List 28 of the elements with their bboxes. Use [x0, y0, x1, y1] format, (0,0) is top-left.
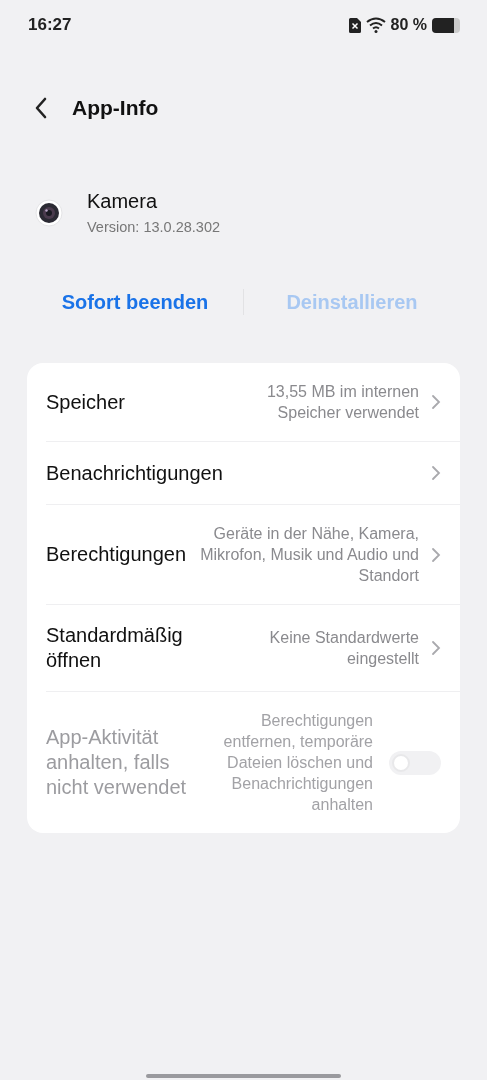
settings-row[interactable]: Berechtigungen Geräte in der Nähe, Kamera, Mikrofon, Musik und Audio und Standort: [46, 504, 460, 604]
row-title: Speicher: [46, 389, 126, 415]
status-time: 16:27: [28, 15, 72, 35]
row-title: Benachrichtigungen: [46, 460, 223, 486]
row-value: Keine Standardwerte eingestellt: [268, 628, 419, 669]
battery-percent: 80 %: [390, 16, 427, 34]
app-name: Kamera: [87, 190, 159, 213]
chevron-right-icon: [431, 546, 441, 563]
chevron-right-icon: [431, 465, 441, 481]
camera-lens-icon: [35, 198, 63, 227]
action-button[interactable]: Sofort beenden: [27, 280, 243, 324]
row-title: Standardmäßig öffnen: [46, 623, 184, 673]
app-version: Version: 13.0.28.302: [87, 219, 221, 235]
wifi-icon: [365, 17, 386, 33]
row-value: 13,55 MB im internen Speicher verwendet: [265, 382, 419, 423]
sim-icon: [348, 17, 361, 33]
row-title: App-Aktivität anhalten, falls nicht verwendet: [46, 725, 188, 800]
settings-row[interactable]: Standardmäßig öffnen Keine Standardwerte eingestellt: [46, 604, 460, 691]
battery-icon: [432, 17, 460, 33]
back-icon[interactable]: [34, 96, 48, 119]
settings-row[interactable]: Speicher 13,55 MB im internen Speicher verwendet: [46, 363, 460, 441]
row-title: Berechtigungen: [46, 542, 188, 567]
chevron-right-icon: [431, 640, 441, 656]
page-title: App-Info: [72, 95, 159, 120]
row-value: Geräte in der Nähe, Kamera, Mikrofon, Musik und Audio und Standort: [200, 524, 419, 586]
settings-row[interactable]: Benachrichtigungen: [46, 441, 460, 504]
row-value: Berechtigungen entfernen, temporäre Dateien löschen und Benachrichtigungen anhalten: [223, 711, 374, 815]
chevron-right-icon: [431, 394, 441, 410]
